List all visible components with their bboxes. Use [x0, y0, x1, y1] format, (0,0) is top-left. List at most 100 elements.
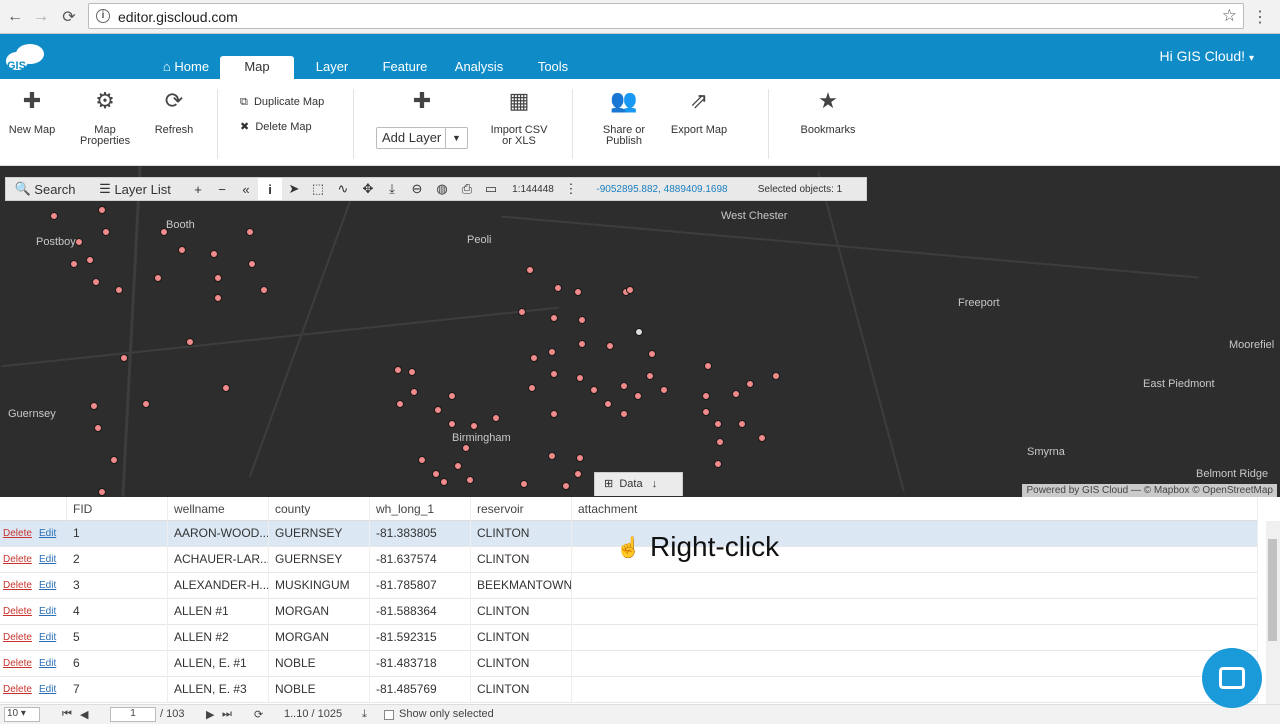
map-point[interactable] — [418, 456, 426, 464]
map-properties-button[interactable]: ⚙ Map Properties — [76, 90, 134, 147]
map-point[interactable] — [590, 386, 598, 394]
map-point[interactable] — [714, 420, 722, 428]
map-point[interactable] — [562, 482, 570, 490]
map-point[interactable] — [738, 420, 746, 428]
zoom-out-icon[interactable]: − — [210, 178, 234, 200]
tab-analysis[interactable]: Analysis — [448, 56, 510, 79]
map-point[interactable] — [246, 228, 254, 236]
map-point[interactable] — [98, 488, 106, 496]
map-point[interactable] — [626, 286, 634, 294]
map-point[interactable] — [526, 266, 534, 274]
map-point[interactable] — [492, 414, 500, 422]
map-point[interactable] — [454, 462, 462, 470]
chat-launcher-button[interactable] — [1202, 648, 1262, 708]
measure-icon[interactable]: ▭ — [480, 178, 502, 200]
user-menu[interactable]: Hi GIS Cloud! ▾ — [1159, 48, 1254, 64]
map-point[interactable] — [702, 392, 710, 400]
map-point[interactable] — [578, 340, 586, 348]
info-tool-icon[interactable]: i — [258, 178, 282, 200]
table-row[interactable]: Delete Edit 6 ALLEN, E. #1 NOBLE -81.483718 CL… — [0, 651, 1258, 677]
prev-page-icon[interactable]: ◀ — [80, 708, 88, 721]
map-point[interactable] — [142, 400, 150, 408]
map-point[interactable] — [86, 256, 94, 264]
delete-row-link[interactable]: Delete — [3, 554, 32, 565]
delete-map-button[interactable]: ✖ Delete Map — [240, 120, 312, 133]
more-icon[interactable]: ⋮ — [564, 178, 578, 200]
map-point[interactable] — [528, 384, 536, 392]
map-point[interactable] — [110, 456, 118, 464]
map-point[interactable] — [410, 388, 418, 396]
map-point[interactable] — [548, 452, 556, 460]
forward-icon[interactable]: → — [30, 6, 52, 28]
tab-home[interactable]: ⌂ Home — [156, 56, 216, 79]
bookmarks-button[interactable]: ★ Bookmarks — [796, 90, 860, 136]
globe-icon[interactable]: ◍ — [430, 178, 454, 200]
zoom-search-icon[interactable]: ⊖ — [404, 178, 430, 200]
map-point[interactable] — [576, 454, 584, 462]
download-icon[interactable]: ⤓ — [362, 708, 367, 721]
map-point[interactable] — [434, 406, 442, 414]
column-header[interactable]: wh_long_1 — [370, 497, 471, 521]
map-point[interactable] — [115, 286, 123, 294]
map-point[interactable] — [554, 284, 562, 292]
export-map-button[interactable]: ⇗ Export Map — [666, 90, 732, 136]
first-page-icon[interactable]: ⏮ — [62, 708, 72, 721]
column-header[interactable]: county — [269, 497, 370, 521]
map-point[interactable] — [260, 286, 268, 294]
map-point[interactable] — [90, 402, 98, 410]
print-icon[interactable]: ⎙ — [454, 178, 480, 200]
tab-map[interactable]: Map — [220, 56, 294, 79]
map-point[interactable] — [716, 438, 724, 446]
browser-menu-icon[interactable]: ⋮ — [1252, 7, 1268, 27]
map-point[interactable] — [394, 366, 402, 374]
column-header[interactable]: FID — [67, 497, 168, 521]
duplicate-map-button[interactable]: ⧉ Duplicate Map — [240, 96, 324, 109]
zoom-in-icon[interactable]: + — [186, 178, 210, 200]
show-selected-checkbox[interactable] — [384, 710, 394, 720]
column-header[interactable]: wellname — [168, 497, 269, 521]
map-point[interactable] — [550, 370, 558, 378]
map-point[interactable] — [98, 206, 106, 214]
map-point[interactable] — [604, 400, 612, 408]
map-point[interactable] — [408, 368, 416, 376]
map-canvas[interactable]: Booth West Chester Postboy Peoli Freepor… — [0, 166, 1280, 497]
column-header[interactable]: attachment — [572, 497, 1258, 521]
selected-map-point[interactable] — [635, 328, 643, 336]
map-point[interactable] — [704, 362, 712, 370]
map-point[interactable] — [758, 434, 766, 442]
map-point[interactable] — [70, 260, 78, 268]
map-point[interactable] — [214, 274, 222, 282]
map-point[interactable] — [520, 480, 528, 488]
map-point[interactable] — [448, 392, 456, 400]
delete-row-link[interactable]: Delete — [3, 632, 32, 643]
tab-feature[interactable]: Feature — [374, 56, 436, 79]
scrollbar-thumb[interactable] — [1268, 539, 1277, 641]
map-point[interactable] — [92, 278, 100, 286]
map-point[interactable] — [466, 476, 474, 484]
table-scrollbar[interactable] — [1266, 521, 1280, 704]
map-point[interactable] — [732, 390, 740, 398]
map-point[interactable] — [154, 274, 162, 282]
table-row[interactable]: Delete Edit 3 ALEXANDER-H... MUSKINGUM -81.78… — [0, 573, 1258, 599]
edit-row-link[interactable]: Edit — [39, 658, 56, 669]
map-point[interactable] — [248, 260, 256, 268]
collapse-icon[interactable]: « — [234, 178, 258, 200]
delete-row-link[interactable]: Delete — [3, 684, 32, 695]
tab-layer[interactable]: Layer — [306, 56, 358, 79]
map-point[interactable] — [646, 372, 654, 380]
edit-row-link[interactable]: Edit — [39, 528, 56, 539]
map-point[interactable] — [576, 374, 584, 382]
map-point[interactable] — [462, 444, 470, 452]
add-layer-dropdown[interactable]: Add Layer ▼ — [376, 127, 468, 149]
import-csv-button[interactable]: ▦ Import CSV or XLS — [486, 90, 552, 147]
map-point[interactable] — [648, 350, 656, 358]
pointer-icon[interactable]: ➤ — [282, 178, 306, 200]
map-point[interactable] — [548, 348, 556, 356]
table-row[interactable]: Delete Edit 5 ALLEN #2 MORGAN -81.592315 CLINT… — [0, 625, 1258, 651]
map-point[interactable] — [440, 478, 448, 486]
map-point[interactable] — [94, 424, 102, 432]
reload-icon[interactable]: ⟳ — [58, 6, 80, 28]
table-row[interactable]: Delete Edit 4 ALLEN #1 MORGAN -81.588364 CLINT… — [0, 599, 1258, 625]
map-search-button[interactable]: 🔍 Search — [6, 178, 84, 200]
edit-row-link[interactable]: Edit — [39, 632, 56, 643]
